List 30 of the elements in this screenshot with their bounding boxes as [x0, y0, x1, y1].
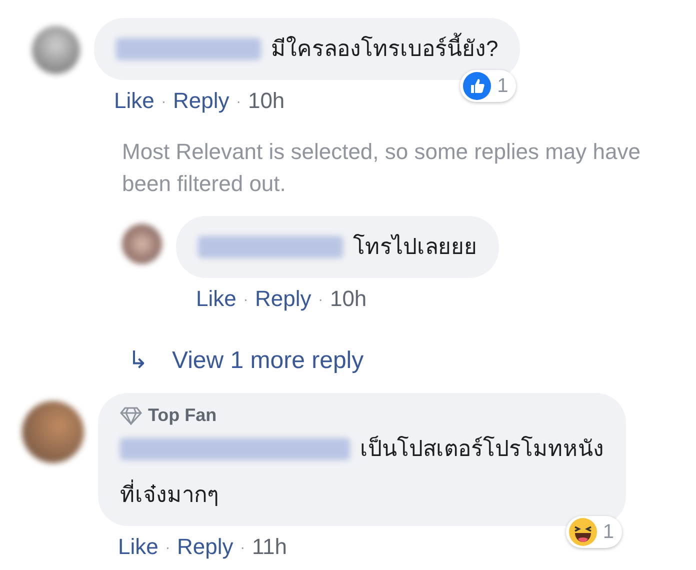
- separator-dot: ·: [243, 291, 248, 307]
- avatar[interactable]: [122, 224, 162, 264]
- comment-text: ที่เจ๋งมากๆ: [120, 472, 219, 518]
- separator-dot: ·: [165, 539, 170, 555]
- avatar[interactable]: [22, 401, 84, 463]
- reaction-count: 1: [497, 74, 508, 98]
- comment-text: โทรไปเลยยย: [353, 233, 477, 261]
- like-link[interactable]: Like: [196, 286, 236, 312]
- reply-link[interactable]: Reply: [177, 534, 234, 560]
- like-link[interactable]: Like: [118, 534, 158, 560]
- like-link[interactable]: Like: [114, 88, 154, 114]
- separator-dot: ·: [236, 93, 241, 109]
- separator-dot: ·: [318, 291, 323, 307]
- view-more-replies-link[interactable]: ↳ View 1 more reply: [128, 346, 696, 375]
- avatar[interactable]: [32, 26, 80, 74]
- filter-notice: Most Relevant is selected, so some replies may have been filtered out.: [122, 138, 642, 198]
- laughing-emoji-icon: [568, 518, 597, 546]
- timestamp: 11h: [252, 534, 288, 560]
- reaction-count: 1: [602, 520, 614, 544]
- comment-text: เป็นโปสเตอร์โปรโมทหนัง: [360, 434, 604, 463]
- separator-dot: ·: [240, 539, 245, 555]
- reply-link[interactable]: Reply: [255, 286, 312, 312]
- timestamp: 10h: [330, 286, 367, 312]
- top-fan-label: Top Fan: [148, 405, 217, 426]
- timestamp: 10h: [248, 88, 285, 114]
- separator-dot: ·: [161, 93, 166, 109]
- reply-link[interactable]: Reply: [173, 88, 230, 114]
- diamond-icon: [120, 406, 142, 424]
- thumbs-up-icon: [463, 72, 492, 100]
- comment-text: มีใครลองโทรเบอร์นี้ยัง?: [271, 26, 498, 72]
